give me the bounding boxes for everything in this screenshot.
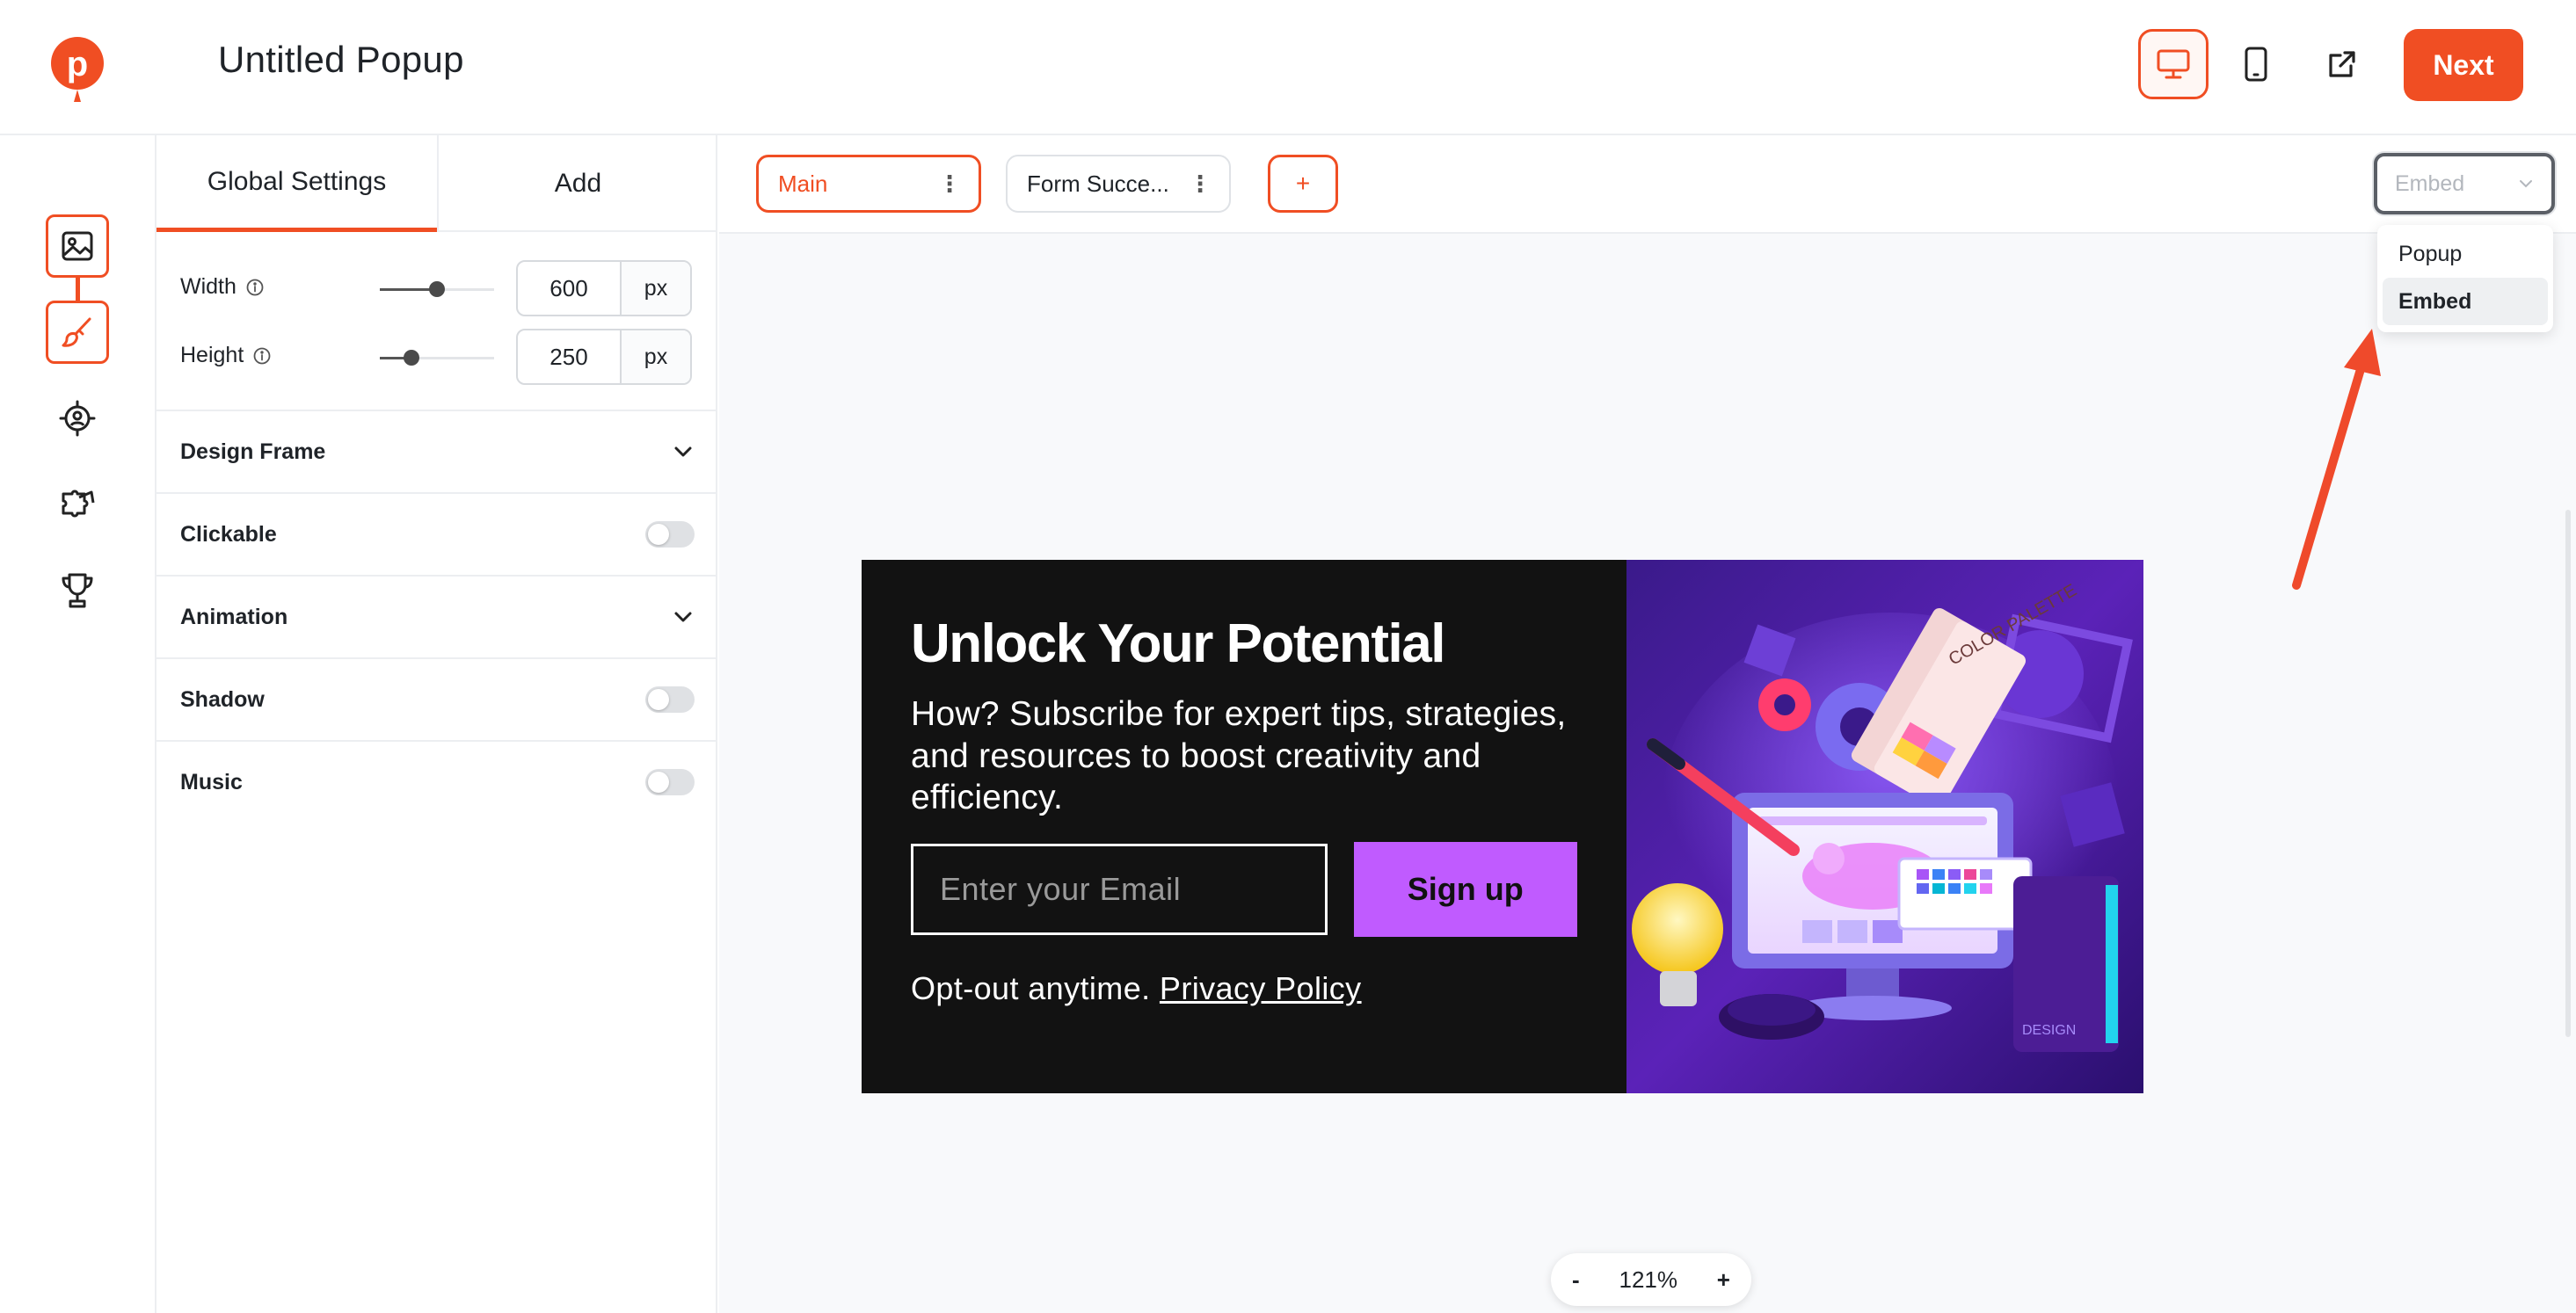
rail-integrations-button[interactable] — [46, 473, 109, 536]
panel-tabs: Global Settings Add — [156, 135, 717, 232]
rail-goals-button[interactable] — [46, 559, 109, 622]
kebab-menu-icon[interactable]: ⋮ — [938, 172, 961, 195]
brand-logo[interactable]: p — [49, 35, 106, 105]
rail-connector — [76, 276, 80, 302]
animation-section[interactable]: Animation — [156, 575, 717, 657]
zoom-in-button[interactable]: + — [1717, 1266, 1730, 1294]
option-popup[interactable]: Popup — [2383, 230, 2548, 278]
clickable-label: Clickable — [180, 521, 277, 547]
music-section: Music — [156, 740, 717, 823]
popup-preview[interactable]: Unlock Your Potential How? Subscribe for… — [862, 560, 2143, 1093]
external-link-icon — [2329, 51, 2355, 77]
add-step-button[interactable]: + — [1268, 155, 1338, 213]
signup-row: Enter your Email Sign up — [911, 841, 1577, 937]
image-icon — [62, 231, 93, 261]
design-frame-label: Design Frame — [180, 439, 326, 464]
zoom-level: 121% — [1619, 1266, 1677, 1293]
popup-body-text[interactable]: How? Subscribe for expert tips, strategi… — [911, 693, 1577, 819]
popup-footer: Opt-out anytime. Privacy Policy — [911, 970, 1577, 1007]
height-label: Height — [180, 343, 244, 367]
step-tab-form-success[interactable]: Form Succe... ⋮ — [1006, 155, 1231, 213]
music-label: Music — [180, 769, 243, 794]
width-label-group: Width — [180, 274, 265, 300]
shadow-section: Shadow — [156, 657, 717, 740]
rail-design-button[interactable] — [46, 214, 109, 278]
step-tabs-bar — [719, 135, 2576, 234]
target-user-icon — [59, 400, 96, 437]
next-button[interactable]: Next — [2404, 29, 2523, 101]
mode-select[interactable]: Embed — [2374, 153, 2555, 214]
book-label: DESIGN — [2022, 1023, 2076, 1038]
width-value[interactable]: 600 — [518, 262, 622, 315]
width-input[interactable]: 600 px — [516, 260, 692, 316]
preview-external-button[interactable] — [2307, 29, 2377, 99]
mobile-view-button[interactable] — [2221, 29, 2291, 99]
tab-add[interactable]: Add — [437, 135, 717, 232]
width-slider-thumb[interactable] — [429, 281, 445, 297]
email-input[interactable]: Enter your Email — [911, 843, 1328, 935]
optout-text[interactable]: Opt-out anytime. — [911, 970, 1151, 1006]
annotation-arrow — [2292, 329, 2381, 590]
rail-targeting-button[interactable] — [46, 387, 109, 450]
trophy-icon — [62, 573, 93, 608]
info-icon[interactable] — [252, 346, 272, 366]
svg-text:p: p — [67, 45, 88, 83]
width-unit: px — [622, 262, 690, 315]
animation-label: Animation — [180, 604, 288, 629]
step-tab-success-label: Form Succe... — [1027, 170, 1169, 197]
shadow-label: Shadow — [180, 686, 265, 712]
privacy-policy-link[interactable]: Privacy Policy — [1160, 970, 1362, 1006]
clickable-section: Clickable — [156, 492, 717, 575]
desktop-icon — [2157, 49, 2190, 79]
info-icon[interactable] — [245, 278, 265, 297]
zoom-out-button[interactable]: - — [1572, 1266, 1580, 1294]
page-title[interactable]: Untitled Popup — [218, 39, 464, 81]
popup-illustration[interactable]: COLOR PALETTE DESIGN — [1626, 560, 2143, 1093]
music-toggle[interactable] — [645, 769, 695, 795]
design-frame-section[interactable]: Design Frame — [156, 410, 717, 492]
chevron-down-icon — [674, 612, 692, 622]
shadow-toggle[interactable] — [645, 686, 695, 713]
puzzle-icon — [62, 490, 95, 518]
rail-style-button[interactable] — [46, 301, 109, 364]
canvas-scrollbar[interactable] — [2565, 510, 2571, 1037]
mobile-icon — [2245, 47, 2267, 82]
brush-icon — [62, 317, 91, 347]
step-tab-main-label: Main — [778, 170, 828, 197]
width-label: Width — [180, 274, 236, 299]
kebab-menu-icon[interactable]: ⋮ — [1189, 172, 1212, 195]
clickable-toggle[interactable] — [645, 521, 695, 548]
height-value[interactable]: 250 — [518, 330, 622, 383]
tab-global-settings[interactable]: Global Settings — [156, 135, 437, 232]
desktop-view-button[interactable] — [2138, 29, 2209, 99]
zoom-control: - 121% + — [1551, 1253, 1751, 1306]
height-label-group: Height — [180, 343, 272, 368]
option-embed[interactable]: Embed — [2383, 278, 2548, 325]
popup-content: Unlock Your Potential How? Subscribe for… — [862, 560, 1626, 1093]
chevron-down-icon — [2520, 180, 2532, 188]
popup-heading[interactable]: Unlock Your Potential — [911, 613, 1577, 674]
height-input[interactable]: 250 px — [516, 329, 692, 385]
design-illustration-image: COLOR PALETTE DESIGN — [1626, 560, 2143, 1093]
height-slider-thumb[interactable] — [404, 350, 419, 366]
signup-button[interactable]: Sign up — [1353, 841, 1577, 937]
chevron-down-icon — [674, 446, 692, 457]
mode-select-value: Embed — [2395, 170, 2465, 196]
height-unit: px — [622, 330, 690, 383]
step-tab-main[interactable]: Main ⋮ — [756, 155, 981, 213]
mode-dropdown: Popup Embed — [2377, 225, 2553, 332]
